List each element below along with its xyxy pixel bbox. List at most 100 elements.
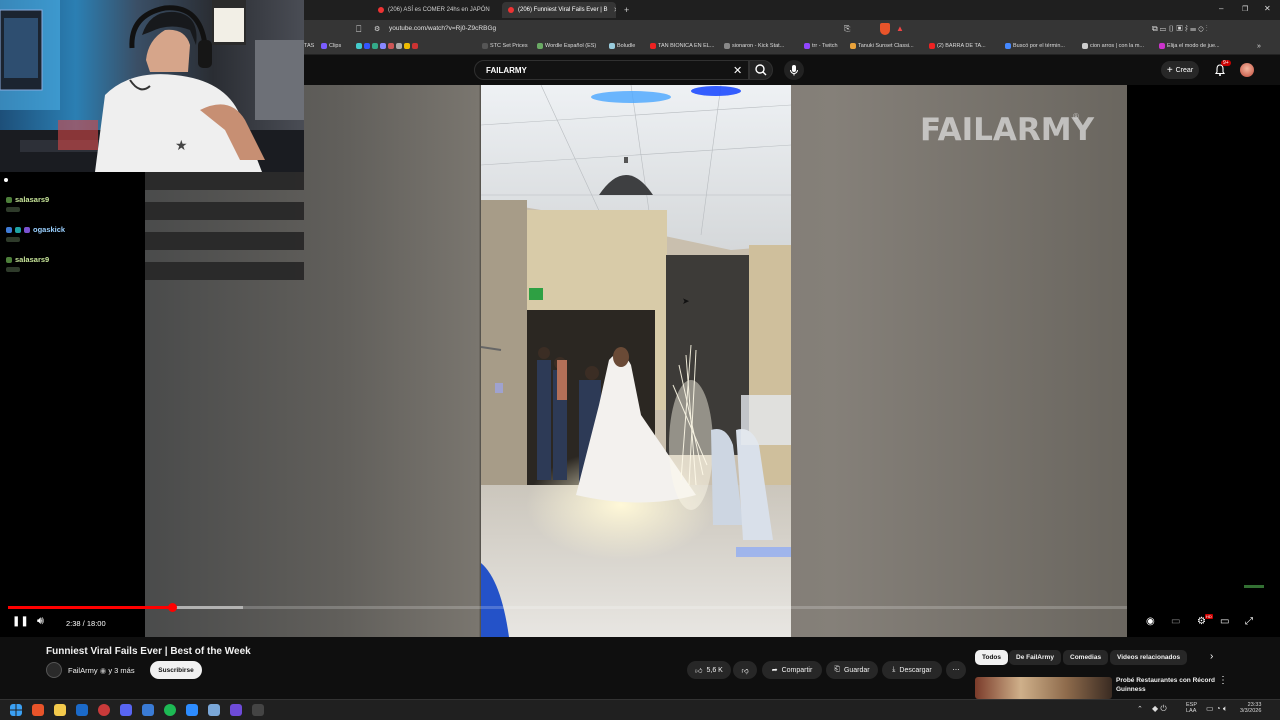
chip-related[interactable]: Videos relacionados (1110, 650, 1188, 665)
svg-text:★: ★ (175, 138, 188, 154)
tab-title: (206) ASÍ es COMER 24hs en JAPÓN (388, 7, 490, 13)
steam-icon[interactable] (76, 704, 88, 716)
download-button[interactable]: ⤓ Descargar (882, 661, 942, 679)
spotify-icon[interactable] (164, 704, 176, 716)
language-indicator[interactable]: ESP LAA (1186, 702, 1197, 714)
badge-icon (6, 226, 12, 233)
app-icon[interactable] (142, 704, 154, 716)
brave-browser-icon[interactable] (32, 704, 44, 716)
bookmark-item[interactable]: sionaron - Kick Stat... (724, 43, 784, 49)
bookmark-item[interactable]: Tanuki Sunset Classi... (850, 43, 914, 49)
chips-next-icon[interactable]: › (1210, 651, 1213, 662)
address-bar: ⎕ ⚙ youtube.com/watch?v=Rj0-Z9cRBGg ⎘ ▲ … (304, 20, 1280, 40)
bookmark-item[interactable]: (2) BARRA DE TA... (929, 43, 986, 49)
brave-shield-icon[interactable] (880, 23, 890, 35)
chip-from-channel[interactable]: De FailArmy (1009, 650, 1061, 665)
bookmark-item[interactable]: Wordle Español (ES) (537, 43, 596, 49)
share-page-icon[interactable]: ⎘ (844, 24, 850, 34)
pause-icon[interactable]: ❚❚ (12, 616, 29, 627)
chat-overlay-bar (145, 232, 304, 250)
theater-icon[interactable]: ▭ (1220, 616, 1229, 627)
app-icon[interactable] (208, 704, 220, 716)
save-label: Guardar (843, 666, 870, 674)
minimize-icon[interactable]: – (1219, 4, 1223, 13)
bookmark-item[interactable]: TAS (304, 43, 314, 49)
clock[interactable]: 23:33 3/3/2026 (1240, 702, 1261, 714)
windows-start-icon[interactable] (10, 704, 22, 716)
chat-username[interactable]: salasars9 (15, 195, 49, 204)
recommended-more-icon[interactable]: ⋮ (1218, 675, 1228, 686)
autoplay-icon[interactable]: ◉ (1146, 616, 1155, 627)
clear-search-icon[interactable]: ✕ (733, 64, 742, 77)
bookmark-item[interactable]: cion arros | con la m... (1082, 43, 1144, 49)
bookmark-item[interactable]: TAN BIONICA EN EL... (650, 43, 714, 49)
chat-username[interactable]: ogaskick (33, 225, 65, 234)
close-window-icon[interactable]: ✕ (1264, 4, 1271, 13)
progress-played (8, 606, 173, 609)
fullscreen-icon[interactable]: ⤢ (1245, 616, 1253, 627)
url-field[interactable]: youtube.com/watch?v=Rj0-Z9cRBGg (389, 25, 496, 32)
mouse-cursor-icon: ➤ (682, 296, 690, 306)
file-explorer-icon[interactable] (54, 704, 66, 716)
channel-avatar[interactable] (46, 662, 62, 678)
bookmark-item[interactable]: STC Set Prices (482, 43, 528, 49)
bookmark-item[interactable]: Elija el modo de jue... (1159, 43, 1220, 49)
channel-name[interactable]: FailArmy ◉ y 3 más (68, 666, 135, 675)
app-icon[interactable] (230, 704, 242, 716)
thumbs-up-icon: 👍︎ (695, 667, 703, 675)
search-input[interactable]: FAILARMY ✕ (474, 60, 749, 80)
webcam-feed-illustration: ★ (0, 0, 304, 172)
chip-all[interactable]: Todos (975, 650, 1009, 665)
dislike-button[interactable]: 👎︎ (733, 661, 757, 679)
bookmark-icons-group[interactable] (356, 43, 420, 49)
microphone-icon (790, 65, 798, 76)
account-avatar[interactable] (1240, 63, 1254, 77)
search-button[interactable] (749, 60, 773, 80)
app-icon[interactable] (186, 704, 198, 716)
bookmark-item[interactable]: Clips (321, 43, 341, 49)
like-button[interactable]: 👍︎ 5,6 K (687, 661, 731, 679)
discord-icon[interactable] (120, 704, 132, 716)
obs-app-icon[interactable] (98, 704, 110, 716)
save-button[interactable]: ⎗ Guardar (826, 661, 878, 679)
close-tab-icon[interactable]: ✕ (613, 6, 616, 14)
notification-count-badge: 9+ (1221, 60, 1231, 66)
chat-message: salasars9 (6, 255, 49, 264)
rewards-icon[interactable]: ▲ (896, 24, 904, 33)
site-info-icon[interactable]: ⚙ (374, 25, 380, 33)
download-label: Descargar (899, 666, 932, 674)
restore-icon[interactable]: ❐ (1242, 5, 1248, 13)
tray-app-icons[interactable]: ◆ ⏻ (1152, 704, 1167, 714)
network-volume-icons[interactable]: ▭ ◔ 🔈︎ (1206, 704, 1228, 714)
browser-tab-1[interactable]: (206) ASÍ es COMER 24hs en JAPÓN (372, 2, 490, 18)
bookmark-page-icon[interactable]: ⎕ (356, 24, 361, 35)
more-actions-button[interactable]: ⋯ (946, 661, 966, 679)
recommended-video-thumbnail[interactable] (975, 677, 1112, 699)
app-icon[interactable] (252, 704, 264, 716)
bookmark-icon: ⎗ (834, 666, 840, 673)
chat-username[interactable]: salasars9 (15, 255, 49, 264)
new-tab-button[interactable]: + (618, 2, 632, 18)
bookmark-item[interactable]: Buscó por el términ... (1005, 43, 1065, 49)
volume-icon[interactable]: 🔊︎ (37, 615, 44, 628)
share-icon: ➦ (771, 667, 778, 674)
subscribe-button[interactable]: Suscribirse (150, 661, 202, 679)
chat-emote (6, 207, 20, 212)
create-button[interactable]: + Crear (1161, 61, 1199, 79)
chat-overlay-bar (145, 202, 304, 220)
bookmark-item[interactable]: trr - Twitch (804, 43, 838, 49)
subtitles-icon[interactable]: ▭ (1171, 616, 1180, 627)
like-count: 5,6 K (706, 666, 723, 674)
recommended-video-title[interactable]: Probé Restaurantes con Récord Guinness (1116, 676, 1216, 694)
tray-overflow-icon[interactable]: ⌃ (1137, 705, 1143, 713)
share-button[interactable]: ➦ Compartir (762, 661, 822, 679)
bookmark-item[interactable]: Boludle (609, 43, 635, 49)
browser-tab-2[interactable]: (206) Funniest Viral Fails Ever | B ✕ (502, 2, 616, 18)
bookmarks-overflow-icon[interactable]: » (1257, 43, 1261, 50)
browser-tab-bar: (206) ASÍ es COMER 24hs en JAPÓN (206) F… (304, 0, 1280, 20)
voice-search-button[interactable] (784, 60, 804, 80)
create-label: Crear (1175, 66, 1194, 74)
badge-icon (6, 196, 12, 203)
chip-comedy[interactable]: Comedias (1063, 650, 1109, 665)
extensions-icon[interactable]: ⧉ ▭ ▯ ▣ ⌇ ☰ ⊙ ⋮ (1152, 24, 1208, 34)
